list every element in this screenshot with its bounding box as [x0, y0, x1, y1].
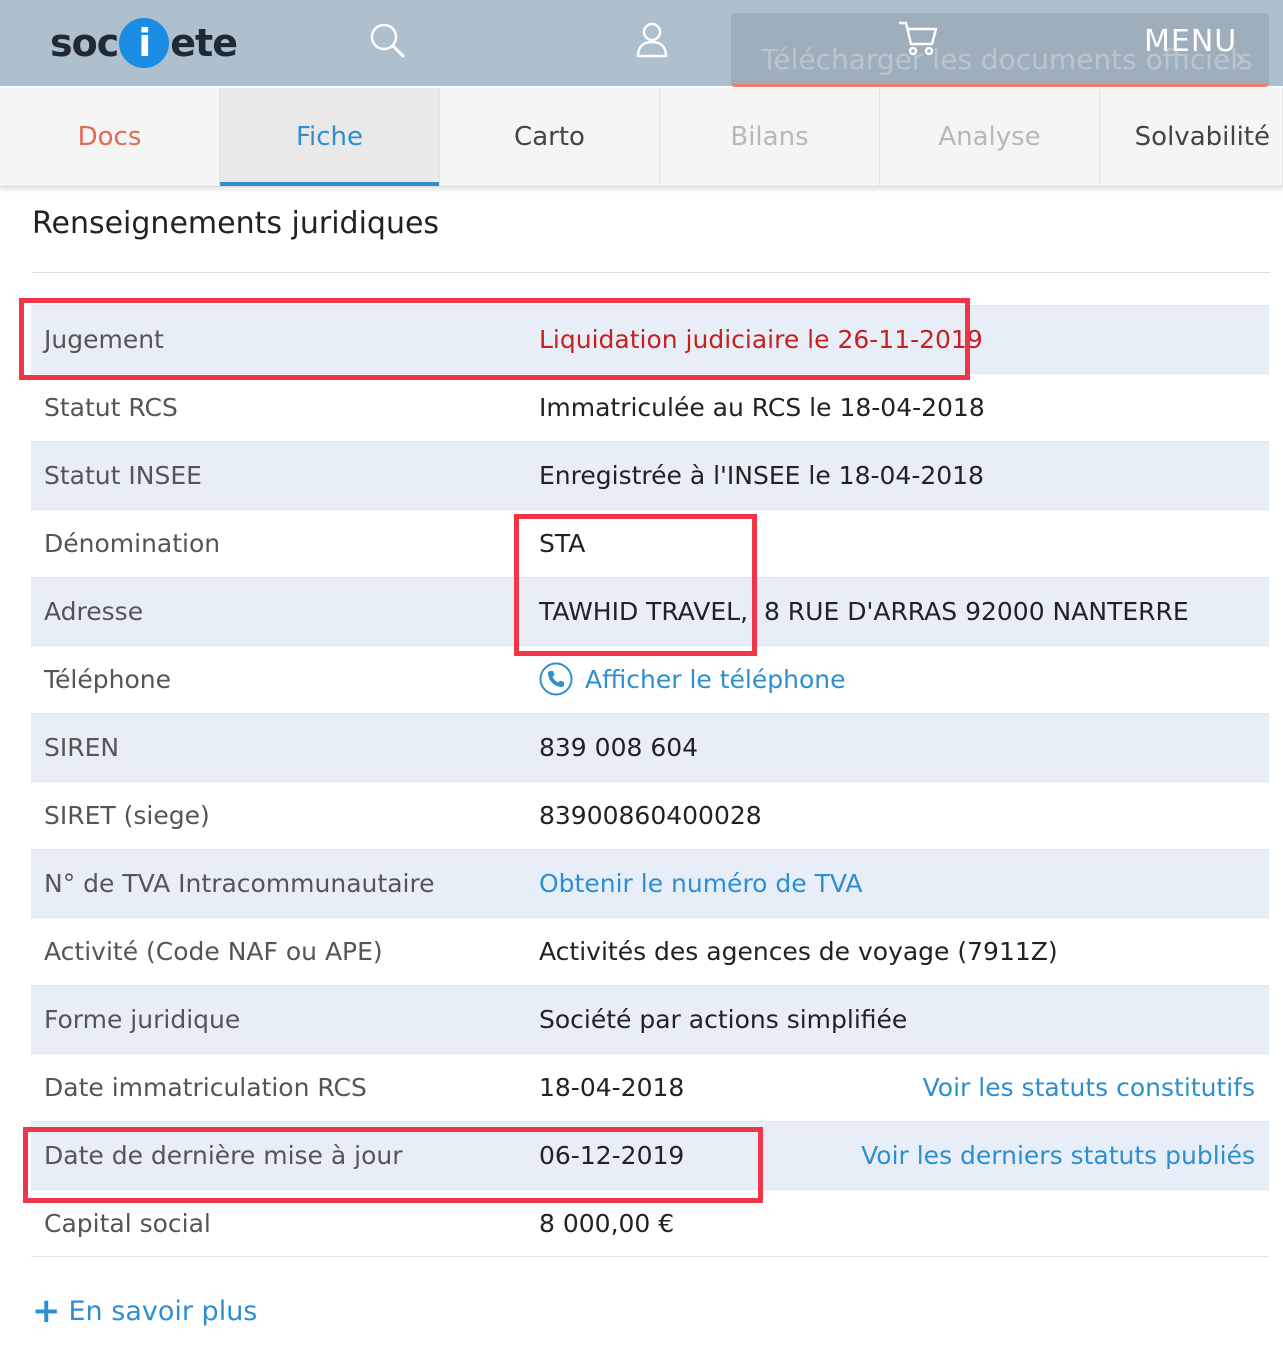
show-phone-link[interactable]: Afficher le téléphone [539, 646, 846, 714]
phone-icon [539, 662, 573, 696]
row-value: 83900860400028 [539, 801, 762, 830]
tab-bilans[interactable]: Bilans [660, 88, 880, 186]
highlight-box-jugement [19, 298, 970, 380]
row-label: Dénomination [44, 529, 221, 558]
table-row: Activité (Code NAF ou APE) Activités des… [31, 917, 1269, 985]
table-row: SIRET (siege) 83900860400028 [31, 781, 1269, 849]
logo-text-start: soc [50, 21, 119, 65]
table-row: SIREN 839 008 604 [31, 713, 1269, 781]
highlight-box-update-date [23, 1127, 763, 1203]
table-row: Date immatriculation RCS 18-04-2018 Voir… [31, 1053, 1269, 1121]
tab-carto[interactable]: Carto [440, 88, 660, 186]
row-label: N° de TVA Intracommunautaire [44, 869, 435, 898]
menu-button[interactable]: MENU [1144, 24, 1237, 59]
search-icon[interactable] [365, 18, 409, 62]
tab-analyse[interactable]: Analyse [880, 88, 1100, 186]
show-phone-label: Afficher le téléphone [585, 665, 846, 694]
row-label: SIREN [44, 733, 120, 762]
plus-icon: + [32, 1291, 61, 1331]
row-label: Téléphone [44, 665, 171, 694]
row-label: Adresse [44, 597, 144, 626]
view-founding-statutes-link[interactable]: Voir les statuts constitutifs [923, 1054, 1255, 1122]
row-value: Activités des agences de voyage (7911Z) [539, 937, 1058, 966]
learn-more-link[interactable]: + En savoir plus [32, 1294, 257, 1328]
row-value: 839 008 604 [539, 733, 699, 762]
row-label: Statut RCS [44, 393, 178, 422]
table-row: N° de TVA Intracommunautaire Obtenir le … [31, 849, 1269, 917]
row-value: 18-04-2018 [539, 1073, 685, 1102]
learn-more-label: En savoir plus [68, 1295, 258, 1327]
table-row: Forme juridique Société par actions simp… [31, 985, 1269, 1053]
table-row: Statut INSEE Enregistrée à l'INSEE le 18… [31, 441, 1269, 509]
top-bar: soc i ete Télécharger les documents offici… [0, 0, 1283, 87]
logo-text-end: ete [170, 21, 238, 65]
cart-icon[interactable] [896, 18, 940, 58]
tab-bar: Docs Fiche Carto Bilans Analyse Solvabil… [0, 88, 1283, 187]
logo-dot: i [119, 18, 170, 68]
societe-logo[interactable]: soc i ete [50, 8, 238, 78]
legal-info-table: Jugement Liquidation judiciaire le 26-11… [31, 305, 1269, 1257]
row-label: SIRET (siege) [44, 801, 210, 830]
row-label: Statut INSEE [44, 461, 202, 490]
row-value: Enregistrée à l'INSEE le 18-04-2018 [539, 461, 984, 490]
tab-solvabilite[interactable]: Solvabilité [1100, 88, 1283, 186]
get-vat-number-link[interactable]: Obtenir le numéro de TVA [539, 850, 863, 918]
highlight-box-denomination [514, 514, 757, 656]
row-value: Immatriculée au RCS le 18-04-2018 [539, 393, 985, 422]
tab-fiche[interactable]: Fiche [220, 88, 440, 186]
section-title: Renseignements juridiques [32, 206, 440, 241]
row-label: Date immatriculation RCS [44, 1073, 367, 1102]
table-row: Statut RCS Immatriculée au RCS le 18-04-… [31, 373, 1269, 441]
section-divider [32, 272, 1270, 273]
user-icon[interactable] [630, 18, 674, 62]
tab-docs[interactable]: Docs [0, 88, 220, 186]
row-value: Société par actions simplifiée [539, 1005, 908, 1034]
view-latest-statutes-link[interactable]: Voir les derniers statuts publiés [861, 1122, 1255, 1190]
row-label: Activité (Code NAF ou APE) [44, 937, 383, 966]
row-label: Forme juridique [44, 1005, 241, 1034]
